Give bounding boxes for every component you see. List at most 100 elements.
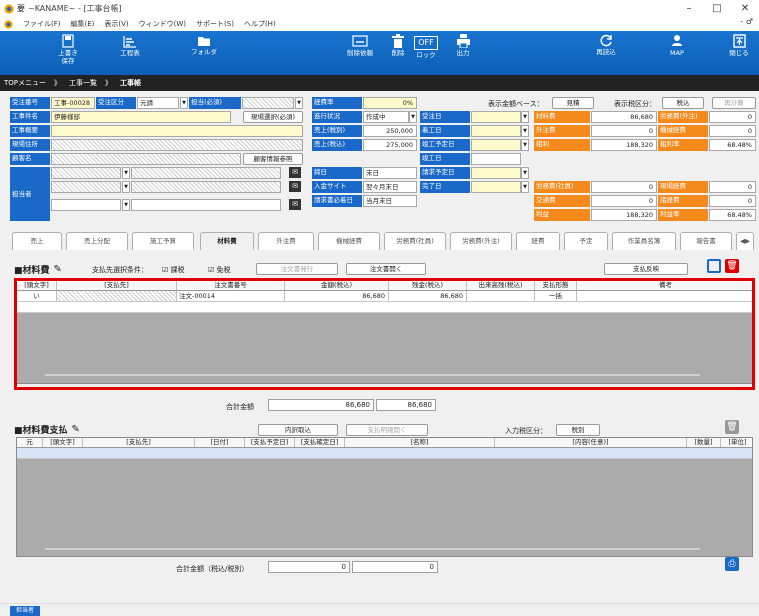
tab-scroll-button[interactable]: ◀▶ — [736, 232, 754, 250]
staff-dropdown-icon-3[interactable]: ▼ — [122, 199, 130, 211]
invoice-plan-field[interactable] — [471, 167, 521, 179]
mail-icon-2[interactable]: ✉ — [289, 181, 301, 192]
minimize-button[interactable]: – — [675, 0, 703, 17]
customer-info-button[interactable]: 顧客情報参照 — [243, 153, 303, 165]
close-window-button[interactable]: ✕ — [731, 0, 759, 17]
project-summary-field[interactable] — [51, 125, 303, 137]
payment-section-title: ■材料費支払 ✎ — [14, 424, 80, 436]
start-date-field[interactable] — [471, 125, 521, 137]
print-button[interactable]: 出力 — [452, 34, 474, 57]
order-issue-button[interactable]: 注文書発行 — [256, 263, 338, 275]
start-date-dropdown-icon[interactable]: ▼ — [521, 125, 529, 137]
folder-button[interactable]: フォルダ — [189, 34, 219, 56]
tab-sales-distribution[interactable]: 売上分配 — [66, 232, 128, 250]
staff-select-2[interactable] — [51, 181, 121, 193]
mail-icon-1[interactable]: ✉ — [289, 167, 301, 178]
import-breakdown-button[interactable]: 内訳取込 — [258, 424, 338, 436]
overwrite-save-button[interactable]: 上書き 保存 — [54, 34, 82, 65]
site-select-button[interactable]: 現場選択(必須) — [243, 111, 303, 123]
reload-button[interactable]: 再読込 — [593, 34, 619, 56]
edit-pencil-icon[interactable]: ✎ — [72, 424, 80, 435]
breadcrumb-top[interactable]: TOPメニュー — [4, 78, 46, 88]
order-type-dropdown-icon[interactable]: ▼ — [180, 97, 188, 109]
print-icon[interactable]: ⎙ — [725, 557, 739, 571]
order-open-button[interactable]: 注文書開く — [346, 263, 426, 275]
payment-grid: 元 [頭文字] [支払先] [日付] [支払予定日] [支払確定日] [名称] … — [16, 437, 753, 557]
payment-detail-open-button[interactable]: 支払明細開く — [346, 424, 428, 436]
complete-plan-dropdown-icon[interactable]: ▼ — [521, 139, 529, 151]
tab-material-cost[interactable]: 材料費 — [200, 232, 254, 250]
complete-date-field[interactable] — [471, 153, 521, 165]
tab-sales[interactable]: 売上 — [12, 232, 62, 250]
delete-icon[interactable]: 🗑 — [725, 259, 739, 273]
invoice-plan-dropdown-icon[interactable]: ▼ — [521, 167, 529, 179]
staff-dropdown-icon-1[interactable]: ▼ — [122, 167, 130, 179]
customer-name-field[interactable] — [51, 153, 241, 165]
complete-plan-field[interactable] — [471, 139, 521, 151]
invoice-required-field[interactable]: 当月末日 — [363, 195, 417, 207]
order-no-field[interactable]: 工事-00028 — [51, 97, 95, 109]
close-day-field[interactable]: 末日 — [363, 167, 417, 179]
tab-labor-outside[interactable]: 労務費(外注) — [450, 232, 512, 250]
toolbar: 上書き 保存 工程表 フォルダ 削除依頼 削除 OFF ロック 出力 再読込 M… — [0, 31, 759, 75]
map-button[interactable]: MAP — [666, 34, 688, 57]
edit-pencil-icon[interactable]: ✎ — [54, 264, 62, 275]
recalc-button[interactable]: 再計算 — [712, 97, 756, 109]
tax-input-button[interactable]: 税別 — [556, 424, 600, 436]
tab-expenses[interactable]: 経費 — [516, 232, 560, 250]
document-icon[interactable] — [707, 259, 721, 273]
highlight-box — [14, 278, 755, 390]
mail-icon-3[interactable]: ✉ — [289, 199, 301, 210]
menu-help[interactable]: ヘルプ(H) — [244, 19, 276, 29]
taxable-checkbox[interactable]: ☑ 課税 — [162, 265, 185, 275]
tab-outsource-cost[interactable]: 外注費 — [258, 232, 314, 250]
tab-worker-list[interactable]: 作業員名簿 — [612, 232, 676, 250]
staff-contact-2[interactable] — [131, 181, 281, 193]
menu-edit[interactable]: 編集(E) — [71, 19, 95, 29]
delete-icon-disabled[interactable]: 🗑 — [725, 420, 739, 434]
menu-support[interactable]: サポート(S) — [196, 19, 234, 29]
horizontal-scrollbar[interactable] — [45, 548, 700, 550]
tax-display-button[interactable]: 税込 — [662, 97, 704, 109]
cost-rate-field[interactable]: 0% — [363, 97, 417, 109]
gross-profit-value: 188,320 — [591, 139, 657, 151]
breadcrumb-list[interactable]: 工事一覧 — [69, 78, 97, 88]
manager-select[interactable] — [242, 97, 294, 109]
finish-date-field[interactable] — [471, 181, 521, 193]
staff-contact-3[interactable] — [131, 199, 281, 211]
staff-select-3[interactable] — [51, 199, 121, 211]
project-summary-label: 工事概要 — [10, 125, 50, 137]
lock-toggle[interactable]: OFF ロック — [414, 34, 438, 59]
menu-view[interactable]: 表示(V) — [104, 19, 128, 29]
deposit-cycle-field[interactable]: 翌々月末日 — [363, 181, 417, 193]
tab-machine-cost[interactable]: 機械経費 — [318, 232, 380, 250]
display-base-button[interactable]: 見積 — [552, 97, 594, 109]
schedule-button[interactable]: 工程表 — [115, 34, 145, 57]
tab-schedule[interactable]: 予定 — [564, 232, 608, 250]
tab-labor-company[interactable]: 労務費(社員) — [384, 232, 446, 250]
staff-contact-1[interactable] — [131, 167, 281, 179]
order-date-field[interactable] — [471, 111, 521, 123]
table-row-empty[interactable] — [17, 448, 752, 459]
manager-dropdown-icon[interactable]: ▼ — [295, 97, 303, 109]
progress-select[interactable]: 作成中 — [363, 111, 409, 123]
delete-button[interactable]: 削除 — [387, 34, 409, 57]
mdi-controls[interactable]: - ♂ — [740, 17, 753, 26]
project-name-field[interactable]: 伊藤様邸 — [51, 111, 231, 123]
delete-request-button[interactable]: 削除依頼 — [346, 34, 374, 57]
tab-report[interactable]: 報告書 — [680, 232, 732, 250]
maximize-button[interactable]: □ — [703, 0, 731, 17]
menu-window[interactable]: ウィンドウ(W) — [139, 19, 186, 29]
site-address-field[interactable] — [51, 139, 303, 151]
finish-date-dropdown-icon[interactable]: ▼ — [521, 181, 529, 193]
exempt-checkbox[interactable]: ☑ 免税 — [208, 265, 231, 275]
order-date-dropdown-icon[interactable]: ▼ — [521, 111, 529, 123]
close-screen-button[interactable]: 閉じる — [727, 34, 751, 57]
tab-construction-budget[interactable]: 施工予算 — [132, 232, 194, 250]
pay-reflect-button[interactable]: 支払反映 — [604, 263, 688, 275]
progress-dropdown-icon[interactable]: ▼ — [409, 111, 417, 123]
staff-select-1[interactable] — [51, 167, 121, 179]
order-type-select[interactable]: 元請 — [137, 97, 179, 109]
menu-file[interactable]: ファイル(F) — [23, 19, 61, 29]
staff-dropdown-icon-2[interactable]: ▼ — [122, 181, 130, 193]
